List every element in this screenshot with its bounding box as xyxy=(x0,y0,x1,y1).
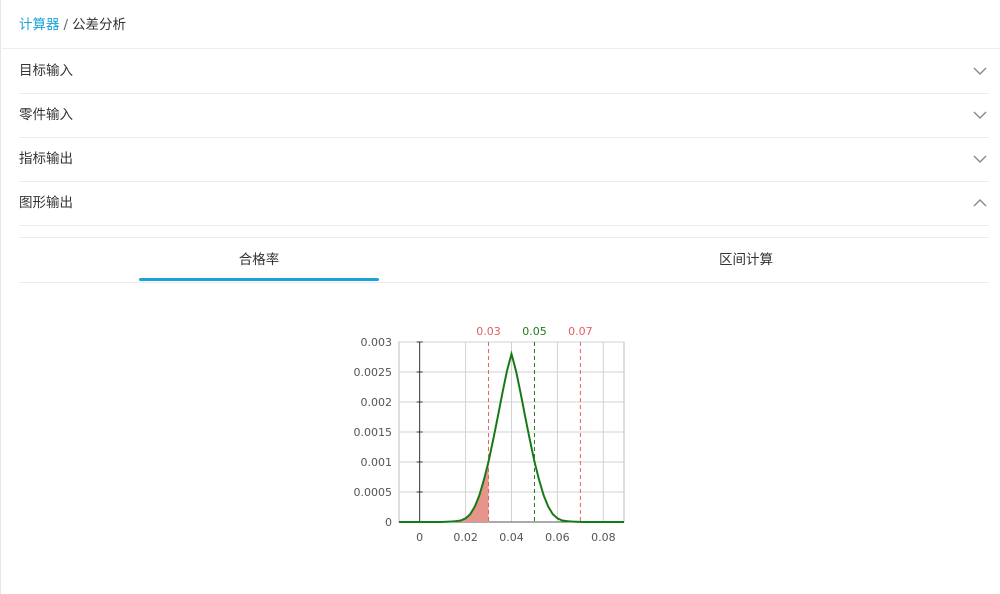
accordion-label: 目标输入 xyxy=(19,63,73,79)
x-tick-label: 0.08 xyxy=(591,531,616,544)
accordion-part-input[interactable]: 零件输入 xyxy=(19,93,989,138)
limit-label: 0.07 xyxy=(568,325,593,338)
breadcrumb-separator: / xyxy=(63,17,69,33)
pass-rate-chart: 0 0.02 0.04 0.06 0.08 0 0.0005 0.001 0.0015 0.002… xyxy=(354,325,625,544)
chevron-down-icon[interactable] xyxy=(973,108,987,122)
y-tick-label: 0.0005 xyxy=(354,486,393,499)
y-tick-label: 0.003 xyxy=(361,336,393,349)
y-tick-label: 0.002 xyxy=(361,396,393,409)
y-tick-label: 0.0025 xyxy=(354,366,393,379)
accordion-target-input[interactable]: 目标输入 xyxy=(19,49,989,94)
nominal-label: 0.05 xyxy=(522,325,547,338)
x-tick-label: 0.04 xyxy=(499,531,524,544)
breadcrumb-current: 公差分析 xyxy=(72,17,127,33)
chevron-down-icon[interactable] xyxy=(973,152,987,166)
x-tick-label: 0 xyxy=(416,531,423,544)
x-tick-label: 0.02 xyxy=(453,531,478,544)
y-tick-label: 0.0015 xyxy=(354,426,393,439)
accordion-label: 图形输出 xyxy=(19,195,73,211)
content-left-border xyxy=(0,0,1,594)
accordion-metric-output[interactable]: 指标输出 xyxy=(19,137,989,182)
y-tick-label: 0 xyxy=(385,516,392,529)
tab-interval-calc[interactable]: 区间计算 xyxy=(626,238,866,282)
breadcrumb-root-link[interactable]: 计算器 xyxy=(19,17,60,33)
tab-active-indicator xyxy=(139,278,379,281)
y-tick-label: 0.001 xyxy=(361,456,393,469)
output-tabs: 合格率 区间计算 xyxy=(19,237,989,283)
accordion-label: 零件输入 xyxy=(19,107,73,123)
tab-pass-rate[interactable]: 合格率 xyxy=(139,238,379,282)
chevron-down-icon[interactable] xyxy=(973,64,987,78)
accordion-label: 指标输出 xyxy=(19,151,73,167)
accordion-graph-output[interactable]: 图形输出 xyxy=(19,181,989,226)
chevron-up-icon[interactable] xyxy=(973,196,987,210)
x-tick-label: 0.06 xyxy=(545,531,570,544)
breadcrumb: 计算器 / 公差分析 xyxy=(19,16,126,34)
limit-label: 0.03 xyxy=(476,325,501,338)
